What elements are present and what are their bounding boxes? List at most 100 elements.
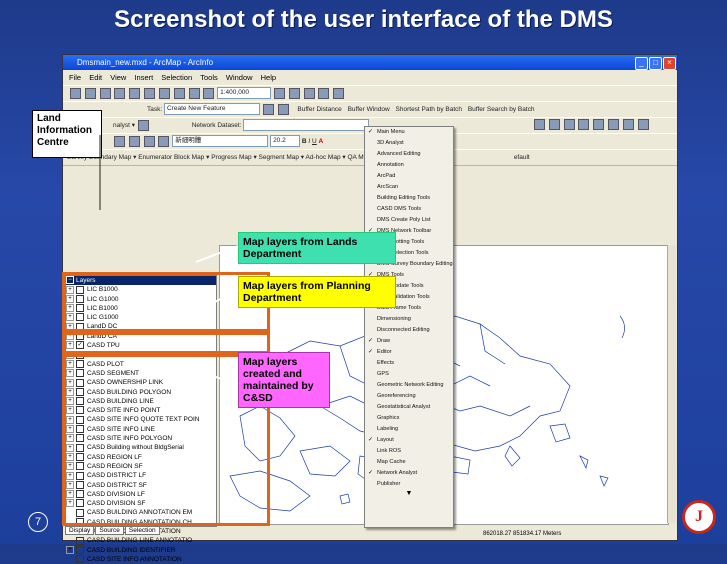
callout-lands: Map layers from Lands Department [238,232,396,264]
context-menu-item[interactable]: Graphics [365,413,453,424]
menu-insert[interactable]: Insert [134,73,153,82]
undo-icon[interactable] [173,87,185,99]
menu-edit[interactable]: Edit [89,73,102,82]
menu-view[interactable]: View [110,73,126,82]
menu-file[interactable]: File [69,73,81,82]
minimize-button[interactable]: _ [635,57,648,70]
new-icon[interactable] [70,87,81,99]
planning-layers-highlight [62,332,270,354]
task-select[interactable]: Create New Feature [163,103,260,116]
underline-button[interactable]: U [312,138,317,145]
network-dataset-select[interactable] [243,119,370,132]
cut-icon[interactable] [129,87,141,99]
menu-selection[interactable]: Selection [161,73,192,82]
context-menu-item[interactable]: ✓ Network Analyst [365,468,453,479]
layer-visibility-checkbox[interactable] [76,545,84,554]
attributes-icon[interactable] [277,103,289,115]
editor-toolbar-icon[interactable] [273,87,285,99]
find-icon[interactable] [637,118,649,130]
context-menu-item[interactable]: Advanced Editing [365,149,453,160]
context-menu-item[interactable]: Geometric Network Editing [365,380,453,391]
context-menu-item[interactable]: Geostatistical Analyst [365,402,453,413]
paste-icon[interactable] [158,87,170,99]
context-menu-label: Draw [377,338,391,344]
rotate-icon[interactable] [128,135,140,147]
select-elements-icon[interactable] [114,135,125,147]
italic-button[interactable]: I [308,138,310,145]
globe-icon[interactable] [578,118,590,130]
copy-icon[interactable] [144,87,156,99]
context-menu-item[interactable]: CASD DMS Tools [365,204,453,215]
toc-layer-row[interactable]: CASD SITE INFO ANNOTATION [66,555,216,564]
add-data-icon[interactable] [203,87,215,99]
organization-logo: J [682,500,716,534]
zoom-out-icon[interactable] [548,118,560,130]
context-menu-item[interactable]: ✓ Editor [365,347,453,358]
map-vertical-scrollbar[interactable] [667,245,676,523]
context-menu-item[interactable]: ArcScan [365,182,453,193]
context-menu-item[interactable]: Publisher [365,479,453,490]
default-field[interactable]: efault [514,154,530,161]
catalog-icon[interactable] [303,87,315,99]
maximize-button[interactable]: □ [649,57,662,70]
zoom-in-icon[interactable] [534,118,545,130]
buffer-search-button[interactable]: Buffer Search by Batch [468,106,535,113]
close-button[interactable]: × [663,57,676,70]
shortest-path-button[interactable]: Shortest Path by Batch [396,106,462,113]
context-menu-item[interactable]: ✓ Draw [365,336,453,347]
whats-this-icon[interactable] [333,87,345,99]
text-icon[interactable] [158,135,170,147]
font-color-button[interactable]: A [319,138,324,145]
save-icon[interactable] [99,87,111,99]
menu-scroll-down-icon[interactable]: ▼ [365,490,453,497]
context-menu-item[interactable]: ✓ Layout [365,435,453,446]
context-menu-item[interactable]: Labeling [365,424,453,435]
context-menu-item[interactable]: Building Editing Tools [365,193,453,204]
forward-icon[interactable] [608,118,620,130]
sketch-icon[interactable] [262,103,274,115]
task-label: Task: [147,106,163,113]
rectangle-icon[interactable] [143,135,155,147]
context-menu-label: Geometric Network Editing [377,382,444,388]
context-menu-item[interactable]: Link ROS [365,446,453,457]
progress-map-menu[interactable]: Progress Map [211,154,251,161]
buffer-distance-button[interactable]: Buffer Distance [297,106,341,113]
context-menu-item[interactable]: GPS [365,369,453,380]
layer-visibility-checkbox[interactable] [76,555,84,564]
context-menu-item[interactable]: Dimensioning [365,314,453,325]
scale-field[interactable]: 1:400,000 [217,87,272,100]
context-menu-item[interactable]: Map Cache [365,457,453,468]
font-size-select[interactable]: 20.2 [270,135,301,148]
identify-icon[interactable] [622,118,634,130]
network-icon[interactable] [137,119,149,131]
enumerator-block-map-menu[interactable]: Enumerator Block Map [138,154,204,161]
toc-layer-row[interactable]: + CASD BUILDING IDENTIFIER [66,545,216,555]
menu-window[interactable]: Window [226,73,253,82]
context-menu-item[interactable]: Disconnected Editing [365,325,453,336]
expand-icon[interactable]: + [66,545,74,554]
context-menu-item[interactable]: Annotation [365,160,453,171]
context-menu-item[interactable]: ArcPad [365,171,453,182]
back-icon[interactable] [593,118,605,130]
buffer-window-button[interactable]: Buffer Window [348,106,390,113]
context-menu-item[interactable]: Effects [365,358,453,369]
context-menu-item[interactable]: 3D Analyst [365,138,453,149]
adhoc-map-menu[interactable]: Ad-hoc Map [306,154,341,161]
toolbox-icon[interactable] [318,87,330,99]
pan-icon[interactable] [563,118,575,130]
check-icon: ✓ [368,338,374,344]
context-menu-label: Disconnected Editing [377,327,430,333]
menu-help[interactable]: Help [261,73,276,82]
context-menu-item[interactable]: DMS Create Poly List [365,215,453,226]
context-menu-item[interactable]: ✓ Main Menu [365,127,453,138]
menu-tools[interactable]: Tools [200,73,218,82]
tools-toolbar [533,117,677,132]
segment-map-menu[interactable]: Segment Map [259,154,299,161]
redo-icon[interactable] [188,87,200,99]
bold-button[interactable]: B [302,138,307,145]
open-icon[interactable] [84,87,96,99]
context-menu-item[interactable]: Georeferencing [365,391,453,402]
print-icon[interactable] [114,87,126,99]
font-select[interactable]: 新細明體 [172,135,269,148]
toc-icon[interactable] [288,87,300,99]
